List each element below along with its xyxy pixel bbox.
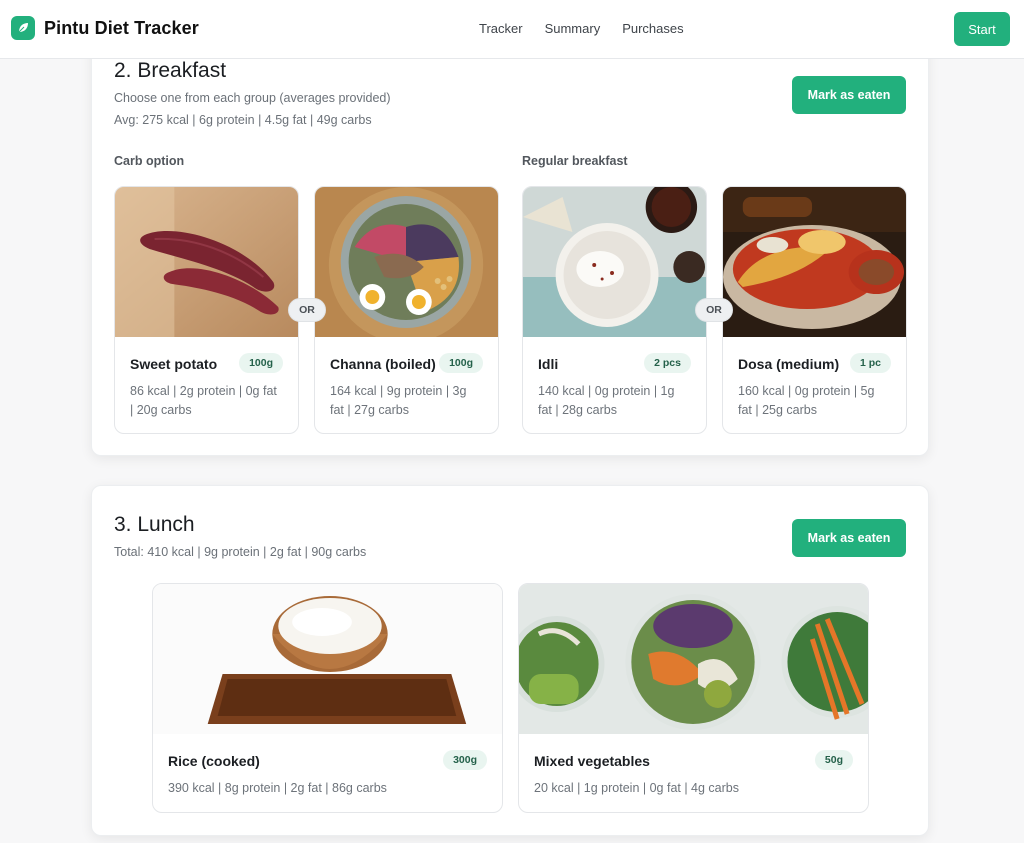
idli-image — [523, 187, 706, 337]
food-name: Rice (cooked) — [168, 753, 260, 769]
start-button[interactable]: Start — [954, 12, 1010, 46]
food-nutrition: 160 kcal | 0g protein | 5g fat | 25g car… — [738, 384, 875, 417]
food-nutrition: 20 kcal | 1g protein | 0g fat | 4g carbs — [534, 781, 739, 795]
food-card-channa[interactable]: Channa (boiled) 100g 164 kcal | 9g prote… — [314, 186, 499, 434]
rice-bowl-image — [153, 584, 502, 734]
brand[interactable]: Pintu Diet Tracker — [11, 16, 199, 40]
food-card-mixed-vegetables[interactable]: Mixed vegetables 50g 20 kcal | 1g protei… — [518, 583, 869, 813]
quantity-badge: 100g — [439, 353, 483, 373]
food-card-dosa[interactable]: Dosa (medium) 1 pc 160 kcal | 0g protein… — [722, 186, 907, 434]
food-nutrition: 140 kcal | 0g protein | 1g fat | 28g car… — [538, 384, 675, 417]
quantity-badge: 300g — [443, 750, 487, 770]
or-divider: OR — [695, 298, 733, 322]
food-nutrition: 86 kcal | 2g protein | 0g fat | 20g carb… — [130, 384, 277, 417]
nav-tracker[interactable]: Tracker — [479, 21, 523, 36]
food-name: Dosa (medium) — [738, 356, 840, 372]
food-card-sweet-potato[interactable]: Sweet potato 100g 86 kcal | 2g protein |… — [114, 186, 299, 434]
app-title: Pintu Diet Tracker — [44, 17, 199, 38]
breakfast-mark-eaten-button[interactable]: Mark as eaten — [792, 76, 906, 114]
sweet-potato-image — [115, 187, 298, 337]
food-card-idli[interactable]: Idli 2 pcs 140 kcal | 0g protein | 1g fa… — [522, 186, 707, 434]
breakfast-average: Avg: 275 kcal | 6g protein | 4.5g fat | … — [114, 113, 372, 127]
dosa-image — [723, 187, 906, 337]
nav-summary[interactable]: Summary — [545, 21, 601, 36]
food-name: Idli — [538, 356, 559, 372]
food-name: Mixed vegetables — [534, 753, 650, 769]
chickpea-bowl-image — [315, 187, 498, 337]
food-name: Sweet potato — [130, 356, 218, 372]
food-card-rice[interactable]: Rice (cooked) 300g 390 kcal | 8g protein… — [152, 583, 503, 813]
food-nutrition: 164 kcal | 9g protein | 3g fat | 27g car… — [330, 384, 467, 417]
quantity-badge: 2 pcs — [644, 353, 691, 373]
breakfast-subtitle: Choose one from each group (averages pro… — [114, 91, 391, 105]
quantity-badge: 1 pc — [849, 353, 891, 373]
food-nutrition: 390 kcal | 8g protein | 2g fat | 86g car… — [168, 781, 387, 795]
group-label-carb: Carb option — [114, 154, 185, 168]
breakfast-title: 2. Breakfast — [114, 59, 227, 82]
lunch-total: Total: 410 kcal | 9g protein | 2g fat | … — [114, 545, 367, 559]
or-divider: OR — [288, 298, 326, 322]
salad-bowls-image — [519, 584, 868, 734]
nav-purchases[interactable]: Purchases — [622, 21, 683, 36]
nav-links: Tracker Summary Purchases — [479, 21, 684, 36]
leaf-icon — [11, 16, 35, 40]
breakfast-section: 2. Breakfast Choose one from each group … — [91, 20, 929, 456]
lunch-mark-eaten-button[interactable]: Mark as eaten — [792, 519, 906, 557]
lunch-title: 3. Lunch — [114, 513, 195, 536]
food-name: Channa (boiled) — [330, 356, 436, 372]
quantity-badge: 50g — [814, 750, 853, 770]
lunch-section: 3. Lunch Total: 410 kcal | 9g protein | … — [91, 485, 929, 836]
group-label-regular: Regular breakfast — [522, 154, 628, 168]
quantity-badge: 100g — [239, 353, 283, 373]
navbar: Pintu Diet Tracker Tracker Summary Purch… — [0, 0, 1024, 59]
